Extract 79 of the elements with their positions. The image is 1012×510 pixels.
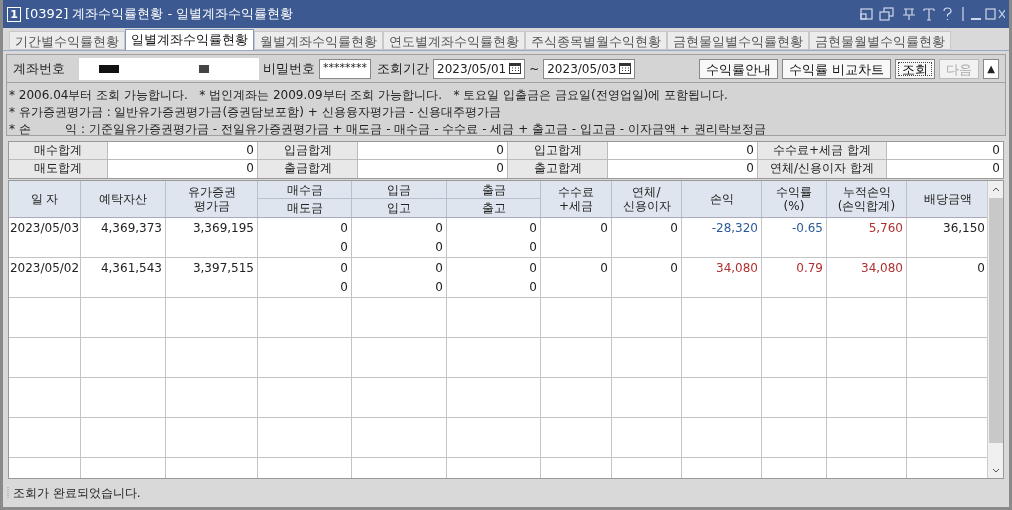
password-label: 비밀번호 (263, 59, 315, 78)
scroll-thumb[interactable] (988, 198, 1003, 443)
tab[interactable]: 연도별계좌수익률현황 (383, 31, 525, 50)
collapse-button[interactable]: ▲ (983, 58, 999, 79)
scroll-down-icon[interactable] (991, 468, 1000, 473)
summary-label: 출고합계 (508, 160, 608, 178)
column-header: 입금 (352, 181, 446, 199)
column-header: 수수료 +세금 (541, 181, 612, 217)
status-text: 조회가 완료되었습니다. (13, 485, 141, 502)
window-controls-drawing[interactable] (859, 7, 1005, 21)
note-text: * 유가증권평가금 : 일반유가증권평가금(증권담보포함) + 신용융자평가금 - 신용대주평가금 (9, 104, 503, 120)
date-separator: ~ (529, 60, 540, 78)
table-cell: 4,361,543 (81, 258, 166, 297)
column-header: 수익률 (%) (762, 181, 827, 217)
table-cell: 0 (612, 218, 682, 257)
summary-label: 연체/신용이자 합계 (758, 160, 887, 178)
column-header: 매도금 (285, 200, 324, 217)
window-title: [0392] 계좌수익률현황 - 일별계좌수익률현황 (25, 5, 294, 24)
table-cell: 0 (541, 258, 612, 297)
column-header: 출고 (480, 200, 507, 217)
table-cell: -0.65 (762, 218, 827, 257)
table-cell: 5,760 (827, 218, 907, 257)
table-cell: 3,369,195 (166, 218, 258, 257)
table-cell: 0 (541, 218, 612, 257)
query-button[interactable]: 수익률안내 (698, 58, 778, 79)
column-header: 예탁자산 (81, 181, 166, 217)
grip-icon (7, 487, 10, 499)
note-text: * 손 익 : 기준일유가증권평가금 - 전일유가증권평가금 + 매도금 - 매수금 - 수수료 - 세금 + 출고금 - 입고금 - 이자금액 + 권리락보정금 (9, 121, 767, 137)
summary-label: 매수합계 (9, 142, 108, 159)
table-cell: 0 0 (352, 218, 447, 257)
table-cell: 34,080 (827, 258, 907, 297)
table-cell: 0 0 (352, 258, 447, 297)
table-cell: 0 0 (447, 218, 541, 257)
tab[interactable]: 금현물일별수익률현황 (667, 31, 809, 50)
end-date-field[interactable]: 2023/05/03 (543, 58, 636, 79)
column-header: 매수금 (258, 181, 351, 199)
column-header: 손익 (682, 181, 762, 217)
table-cell: 0.79 (762, 258, 827, 297)
scroll-up-icon[interactable] (991, 187, 1000, 192)
query-button[interactable]: 조회 (895, 58, 935, 79)
table-cell: 2023/05/02 (9, 258, 81, 297)
period-label: 조회기간 (377, 59, 429, 78)
summary-label: 입금합계 (258, 142, 358, 159)
summary-label: 수수료+세금 합계 (758, 142, 887, 159)
summary-value: 0 (991, 160, 1001, 177)
summary-value: 0 (991, 142, 1001, 159)
column-header: 일 자 (9, 181, 81, 217)
account-label: 계좌번호 (13, 59, 65, 78)
tab[interactable]: 금현물월별수익률현황 (809, 31, 951, 50)
password-field[interactable]: ******** (319, 58, 371, 79)
account-number-field[interactable] (79, 57, 259, 80)
tab[interactable]: 기간별수익률현황 (9, 31, 125, 50)
column-header: 연체/ 신용이자 (612, 181, 682, 217)
calendar-icon[interactable] (509, 63, 522, 74)
summary-label: 출금합계 (258, 160, 358, 178)
note-text: * 2006.04부터 조회 가능합니다. * 법인계좌는 2009.09부터 조회 가능합니다. * 토요일 입출금은 금요일(전영업일)에 포함됩니다. (9, 87, 729, 103)
tab[interactable]: 주식종목별월수익현황 (525, 31, 667, 50)
table-cell: 0 0 (258, 218, 352, 257)
table-cell: 2023/05/03 (9, 218, 81, 257)
column-header: 유가증권 평가금 (166, 181, 258, 217)
table-cell: 0 (612, 258, 682, 297)
table-cell: -28,320 (682, 218, 762, 257)
table-cell: 4,369,373 (81, 218, 166, 257)
tab[interactable]: 월별계좌수익률현황 (254, 31, 383, 50)
window-number: 1 (7, 6, 21, 22)
table-cell: 0 0 (258, 258, 352, 297)
query-button[interactable]: 수익률 비교차트 (781, 58, 891, 79)
table-cell: 3,397,515 (166, 258, 258, 297)
start-date-field[interactable]: 2023/05/01 (433, 58, 526, 79)
column-header: 출금 (447, 181, 540, 199)
scrollbar[interactable] (987, 181, 1003, 478)
summary-label: 입고합계 (508, 142, 608, 159)
table-cell: 0 0 (447, 258, 541, 297)
tab[interactable]: 일별계좌수익률현황 (125, 29, 254, 50)
calendar-icon[interactable] (619, 63, 632, 74)
summary-label: 매도합계 (9, 160, 108, 178)
table-cell: 34,080 (682, 258, 762, 297)
column-header: 누적손익 (손익합계) (827, 181, 907, 217)
column-header: 입고 (386, 200, 412, 217)
